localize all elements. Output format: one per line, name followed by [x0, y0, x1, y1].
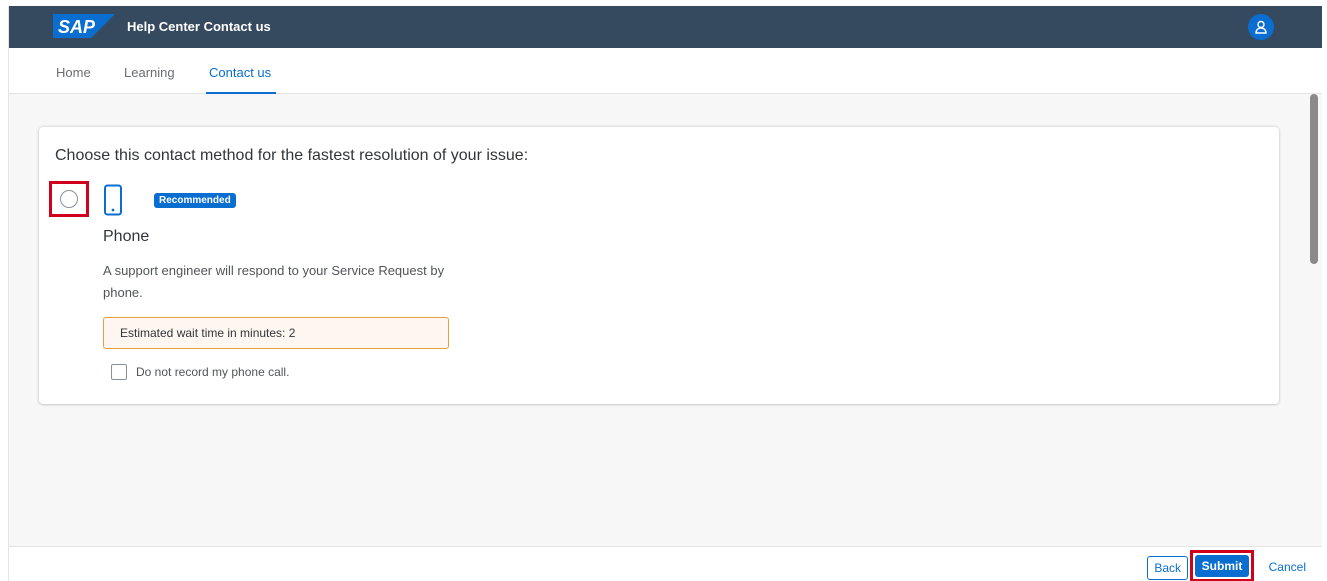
radio-highlight-box: [49, 181, 89, 217]
tab-home[interactable]: Home: [56, 65, 91, 80]
wait-time-message: Estimated wait time in minutes: 2: [103, 317, 449, 349]
user-avatar-button[interactable]: [1248, 14, 1274, 40]
card-heading: Choose this contact method for the faste…: [55, 147, 529, 164]
phone-option-radio[interactable]: [60, 190, 78, 208]
back-button[interactable]: Back: [1147, 556, 1188, 580]
do-not-record-label[interactable]: Do not record my phone call.: [136, 365, 289, 379]
nav-bar: Home Learning Contact us: [9, 48, 1322, 94]
contact-method-card: Choose this contact method for the faste…: [39, 127, 1279, 404]
do-not-record-option[interactable]: Do not record my phone call.: [111, 364, 289, 380]
shell-bar: SAP Help Center Contact us: [9, 6, 1322, 48]
sap-logo[interactable]: SAP: [53, 14, 115, 38]
method-title: Phone: [103, 228, 150, 245]
vertical-scrollbar[interactable]: [1310, 94, 1318, 546]
tab-contact-us[interactable]: Contact us: [209, 65, 271, 80]
scrollbar-thumb[interactable]: [1310, 94, 1318, 264]
submit-highlight-box: Submit: [1190, 550, 1254, 581]
person-icon: [1255, 20, 1267, 34]
phone-icon: [104, 184, 122, 216]
tab-learning[interactable]: Learning: [124, 65, 175, 80]
method-description: A support engineer will respond to your …: [103, 263, 445, 300]
do-not-record-checkbox[interactable]: [111, 364, 127, 380]
footer-toolbar: Back Submit Cancel: [9, 546, 1322, 581]
app-window: SAP Help Center Contact us Home Learning…: [8, 6, 1322, 581]
cancel-button[interactable]: Cancel: [1269, 560, 1306, 574]
app-title: Help Center Contact us: [127, 19, 271, 34]
active-tab-indicator: [206, 92, 276, 94]
logo-text: SAP: [58, 17, 96, 37]
submit-button[interactable]: Submit: [1194, 555, 1250, 577]
recommended-badge: Recommended: [154, 193, 236, 208]
